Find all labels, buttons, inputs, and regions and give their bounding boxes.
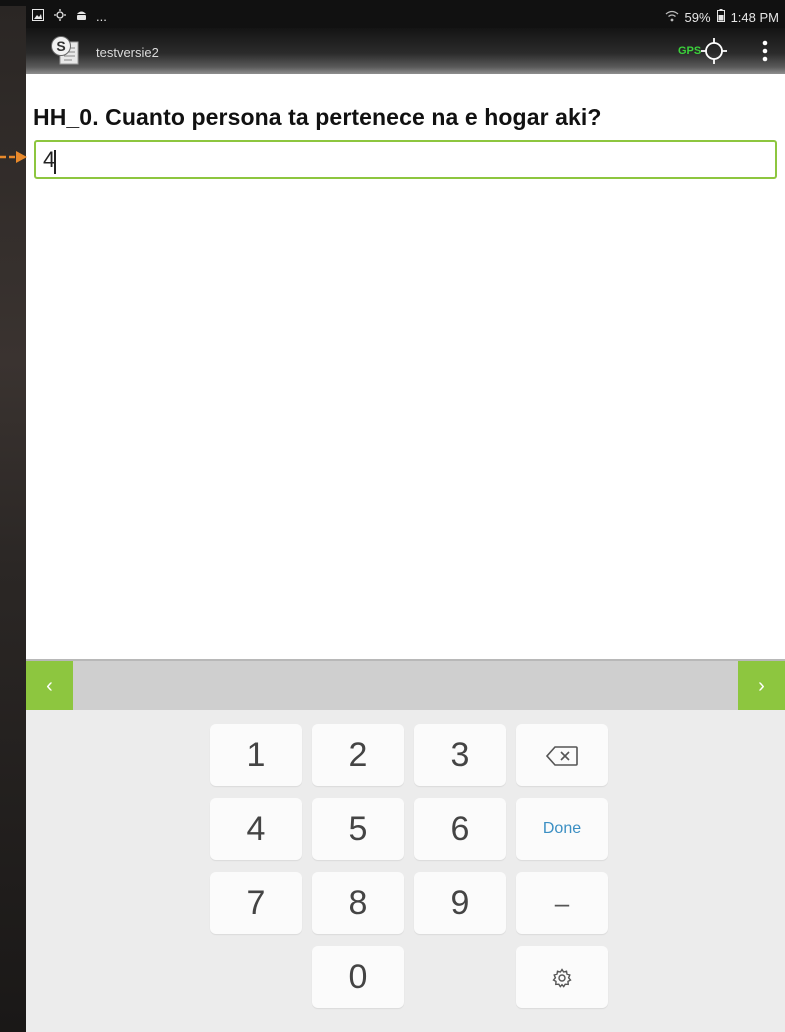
overflow-menu-icon[interactable] bbox=[762, 40, 768, 62]
app-logo-icon[interactable]: S bbox=[50, 36, 79, 65]
question-navigation-bar: ‹ › bbox=[26, 659, 785, 712]
device-screen: ... 59% 1:48 PM S testversie2 GPS HH_0. … bbox=[26, 6, 785, 1032]
crosshair-icon[interactable] bbox=[701, 38, 727, 64]
backspace-icon bbox=[545, 736, 578, 775]
keyboard-settings-key[interactable] bbox=[516, 946, 608, 1008]
pointer-arrow-icon bbox=[0, 151, 27, 163]
android-icon bbox=[76, 9, 87, 25]
image-icon bbox=[32, 9, 44, 25]
backspace-key[interactable] bbox=[516, 724, 608, 786]
key-4[interactable]: 4 bbox=[210, 798, 302, 860]
key-0[interactable]: 0 bbox=[312, 946, 404, 1008]
app-title: testversie2 bbox=[96, 45, 159, 60]
app-bar: S testversie2 GPS bbox=[26, 28, 785, 74]
numeric-keyboard: 1 2 3 4 5 6 Done 7 8 9 – 0 bbox=[26, 710, 785, 1032]
status-bar: ... 59% 1:48 PM bbox=[26, 6, 785, 28]
gear-icon bbox=[552, 958, 572, 997]
text-cursor bbox=[54, 150, 56, 174]
key-9[interactable]: 9 bbox=[414, 872, 506, 934]
key-3[interactable]: 3 bbox=[414, 724, 506, 786]
clock-time: 1:48 PM bbox=[730, 9, 779, 25]
wifi-icon bbox=[665, 10, 679, 26]
chevron-right-icon: › bbox=[758, 675, 765, 697]
key-1[interactable]: 1 bbox=[210, 724, 302, 786]
chevron-left-icon: ‹ bbox=[46, 675, 53, 697]
more-dots: ... bbox=[96, 9, 107, 24]
key-5[interactable]: 5 bbox=[312, 798, 404, 860]
minus-key[interactable]: – bbox=[516, 872, 608, 934]
key-6[interactable]: 6 bbox=[414, 798, 506, 860]
key-7[interactable]: 7 bbox=[210, 872, 302, 934]
key-2[interactable]: 2 bbox=[312, 724, 404, 786]
svg-text:S: S bbox=[56, 38, 65, 54]
notification-icon bbox=[53, 9, 67, 25]
question-text: HH_0. Cuanto persona ta pertenece na e h… bbox=[33, 104, 602, 130]
answer-input[interactable] bbox=[34, 140, 777, 179]
next-button[interactable]: › bbox=[738, 661, 785, 712]
previous-button[interactable]: ‹ bbox=[26, 661, 73, 712]
battery-icon bbox=[716, 9, 725, 26]
gps-indicator: GPS bbox=[678, 45, 702, 57]
done-key[interactable]: Done bbox=[516, 798, 608, 860]
key-8[interactable]: 8 bbox=[312, 872, 404, 934]
battery-percent: 59% bbox=[684, 9, 711, 25]
